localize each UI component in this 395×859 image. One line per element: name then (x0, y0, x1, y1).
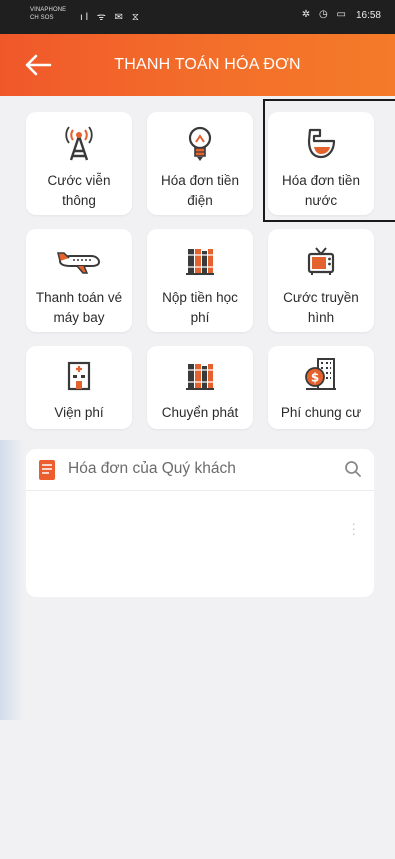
hospital-icon (67, 361, 91, 391)
status-left-icons: ıl ᯤ ✉ ⧖ (80, 12, 142, 23)
lightbulb-icon (188, 126, 212, 161)
service-tile-hospital[interactable]: Viện phí (26, 346, 132, 429)
books-icon (186, 364, 214, 390)
bill-list-header: Hóa đơn của Quý khách (26, 449, 374, 491)
svg-text:$: $ (311, 371, 319, 385)
antenna-icon (65, 126, 93, 161)
service-label: Chuyển phát (161, 405, 239, 420)
page-title: THANH TOÁN HÓA ĐƠN (114, 56, 301, 73)
airplane-icon (57, 252, 101, 274)
service-label: Thanh toán vé máy bay (35, 290, 123, 325)
service-tile-tuition[interactable]: Nộp tiền học phí (147, 229, 253, 332)
status-bar: VINAPHONE CH SOS ıl ᯤ ✉ ⧖ ✲ ◷ ▭ 16:58 (0, 0, 395, 34)
service-tile-delivery[interactable]: Chuyển phát (147, 346, 253, 429)
more-options-icon[interactable]: · · · (351, 516, 356, 540)
document-icon (39, 460, 55, 480)
apartment-icon: $ (305, 358, 336, 390)
service-tile-flight[interactable]: Thanh toán vé máy bay (26, 229, 132, 332)
service-tile-electricity[interactable]: Hóa đơn tiền điện (147, 112, 253, 215)
service-tile-cable-tv[interactable]: Cước truyền hình (268, 229, 374, 332)
service-label: Hóa đơn tiền điện (161, 173, 239, 208)
carrier-line-2: CH SOS (30, 15, 54, 21)
service-label: Cước truyền hình (283, 290, 359, 325)
search-button[interactable] (344, 460, 362, 483)
status-right-icons: ✲ ◷ ▭ (301, 9, 349, 20)
status-clock: 16:58 (355, 10, 381, 21)
service-tile-telecom[interactable]: Cước viễn thông (26, 112, 132, 215)
carrier-name: VINAPHONE CH SOS (30, 6, 70, 22)
service-label: Phí chung cư (280, 405, 362, 420)
books-icon (186, 249, 214, 275)
service-label: Viện phí (54, 405, 104, 420)
bill-list-title: Hóa đơn của Quý khách (68, 460, 236, 477)
app-header: THANH TOÁN HÓA ĐƠN (0, 34, 395, 96)
service-label: Cước viễn thông (47, 173, 111, 208)
tv-icon (307, 247, 335, 275)
search-icon (345, 461, 361, 477)
selection-highlight (263, 99, 395, 222)
service-tile-apartment-fee[interactable]: $ Phí chung cư (268, 346, 374, 429)
bill-list-card: Hóa đơn của Quý khách · · · (26, 449, 374, 597)
carrier-line-1: VINAPHONE (30, 7, 67, 13)
service-label: Nộp tiền học phí (162, 290, 238, 325)
background-shade (0, 440, 24, 720)
